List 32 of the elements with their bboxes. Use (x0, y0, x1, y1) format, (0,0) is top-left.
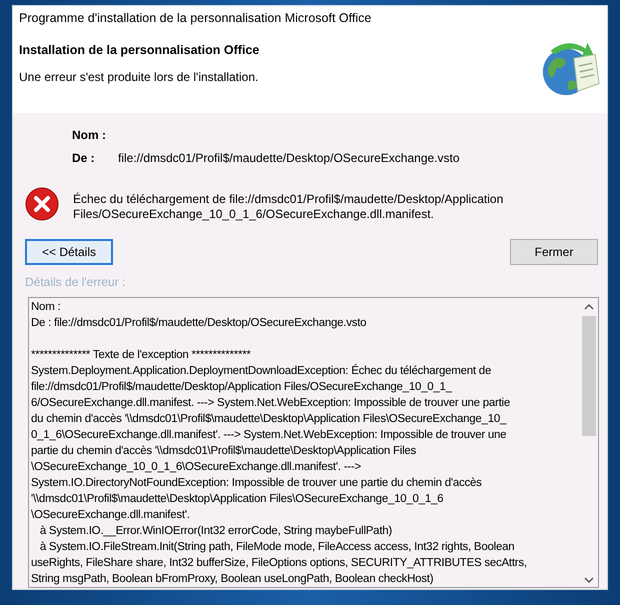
details-text-line: ************** Texte de l'exception ************** (31, 348, 252, 363)
details-text-line: Nom : (31, 300, 62, 315)
scroll-up-icon[interactable] (584, 304, 594, 310)
details-text-line: '\\dmsdc01\Profil$\maudette\Desktop\Application Files\OSecureExchange_10_0_1_6 (31, 492, 444, 507)
details-text-line: file://dmsdc01/Profil$/maudette/Desktop/Application Files/OSecureExchange_10_0_1_ (31, 380, 454, 395)
details-text-line: System.IO.DirectoryNotFoundException: Impossible de trouver une partie du chemin d'accès (31, 476, 483, 491)
details-text-line: partie du chemin d'accès '\\dmsdc01\Profil$\maudette\Desktop\Application Files (31, 444, 418, 459)
scroll-down-icon[interactable] (584, 577, 594, 583)
window-title: Programme d'installation de la personnalisation Microsoft Office (13, 6, 607, 25)
details-text-line: useRights, FileShare share, Int32 bufferSize, FileOptions options, SECURITY_ATTRIBUTES secAttrs, (31, 556, 528, 571)
details-text-line: \OSecureExchange.dll.manifest'. (31, 508, 191, 523)
scrollbar-thumb[interactable] (582, 316, 596, 436)
details-text-line: du chemin d'accès '\\dmsdc01\Profil$\maudette\Desktop\Application Files\OSecureExchange_10_ (31, 412, 508, 427)
details-text-line: 6/OSecureExchange.dll.manifest. ---> System.Net.WebException: Impossible de trouver une partie (31, 396, 512, 411)
error-details-textbox[interactable] (28, 297, 599, 588)
field-value: file://dmsdc01/Profil$/maudette/Desktop/OSecureExchange.vsto (118, 150, 460, 164)
error-message: Échec du téléchargement de file://dmsdc01/Profil$/maudette/Desktop/Application Files/OSecureExchange_10_0_1_6/OSecureExchange.dll.manifest. (73, 192, 504, 222)
details-text-line: 0_1_6\OSecureExchange.dll.manifest'. ---> System.Net.WebException: Impossible de trouver une (31, 428, 508, 443)
dialog-heading: Installation de la personnalisation Office (19, 43, 260, 57)
field-label: De : (72, 150, 96, 164)
field-label: Nom : (72, 128, 107, 142)
details-text-line: De : file://dmsdc01/Profil$/maudette/Desktop/OSecureExchange.vsto (31, 316, 368, 331)
dialog-button[interactable]: << Détails (25, 239, 113, 265)
error-icon (25, 187, 59, 221)
details-text-line: à System.IO.__Error.WinIOError(Int32 errorCode, String maybeFullPath) (38, 524, 393, 539)
details-text-line: String msgPath, Boolean bFromProxy, Boolean useLongPath, Boolean checkHost) (31, 572, 434, 587)
details-text-line: System.Deployment.Application.DeploymentDownloadException: Échec du téléchargement de (31, 363, 492, 379)
details-label: Détails de l'erreur : (25, 275, 126, 289)
dialog-button[interactable]: Fermer (510, 239, 598, 265)
details-text-line: à System.IO.FileStream.Init(String path, FileMode mode, FileAccess access, Int32 rights, Boolean (38, 540, 516, 555)
dialog-subtitle: Une erreur s'est produite lors de l'installation. (19, 70, 260, 84)
details-text-line: \OSecureExchange_10_0_1_6\OSecureExchange.dll.manifest'. ---> (31, 460, 362, 475)
